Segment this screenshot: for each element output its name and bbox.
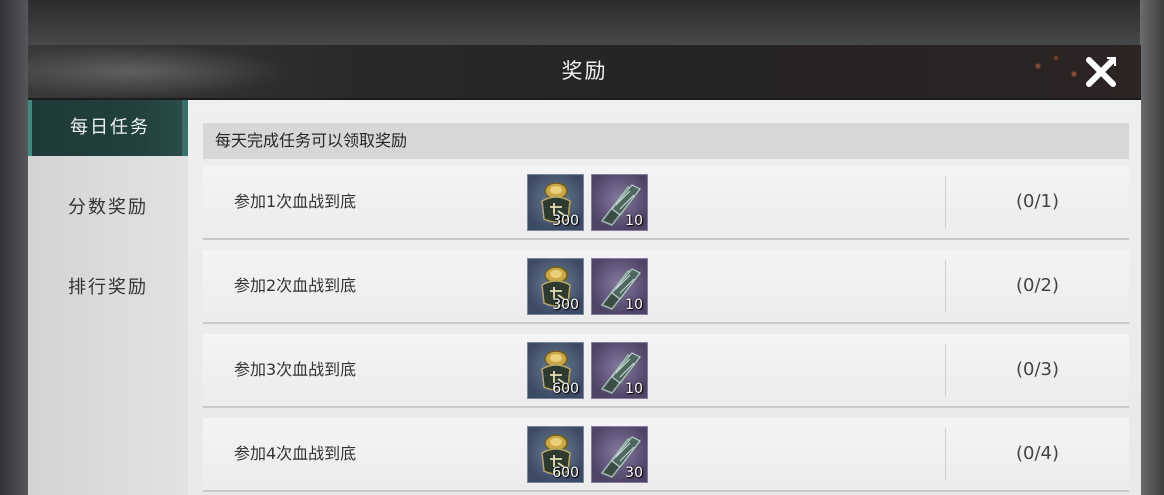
reward-quantity: 600 bbox=[552, 465, 579, 481]
dialog-header: 奖励 bbox=[28, 45, 1141, 100]
task-label: 参加4次血战到底 bbox=[234, 444, 357, 463]
reward-quantity: 600 bbox=[552, 381, 579, 397]
reward-item-scroll[interactable]: 10 bbox=[591, 174, 648, 231]
tab-daily-tasks[interactable]: 每日任务 bbox=[28, 100, 188, 156]
reward-quantity: 300 bbox=[552, 297, 579, 313]
tab-label: 排行奖励 bbox=[68, 277, 148, 298]
task-row: 参加1次血战到底 300 10 (0/1) bbox=[203, 166, 1129, 240]
task-row: 参加2次血战到底 300 10 (0/2) bbox=[203, 250, 1129, 324]
close-button[interactable] bbox=[1081, 52, 1121, 92]
reward-quantity: 30 bbox=[625, 465, 643, 481]
reward-item-scroll[interactable]: 10 bbox=[591, 258, 648, 315]
tab-label: 每日任务 bbox=[70, 117, 150, 138]
sidebar: 每日任务 分数奖励 排行奖励 bbox=[28, 100, 188, 495]
task-progress: (0/3) bbox=[1015, 359, 1059, 380]
reward-item-coin-pouch[interactable]: 600 bbox=[527, 426, 584, 483]
close-icon bbox=[1086, 57, 1116, 87]
task-label: 参加3次血战到底 bbox=[234, 360, 357, 379]
task-row: 参加3次血战到底 600 10 (0/3) bbox=[203, 334, 1129, 408]
background-left bbox=[0, 0, 28, 495]
task-label: 参加1次血战到底 bbox=[234, 192, 357, 211]
task-label: 参加2次血战到底 bbox=[234, 276, 357, 295]
rewards-dialog: 奖励 每日任务 分数奖励 排行奖励 每天完成任务可以领取奖励 参加1次血战到底 bbox=[28, 45, 1141, 495]
task-list-panel: 每天完成任务可以领取奖励 参加1次血战到底 300 10 (0/1) 参加2次血… bbox=[188, 100, 1141, 495]
task-progress: (0/1) bbox=[1015, 191, 1059, 212]
reward-quantity: 10 bbox=[625, 297, 643, 313]
notice-banner: 每天完成任务可以领取奖励 bbox=[203, 123, 1129, 159]
reward-quantity: 300 bbox=[552, 213, 579, 229]
task-progress: (0/4) bbox=[1015, 443, 1059, 464]
dialog-title: 奖励 bbox=[561, 59, 608, 83]
tab-label: 分数奖励 bbox=[68, 197, 148, 218]
tab-ranking-rewards[interactable]: 排行奖励 bbox=[28, 260, 188, 316]
reward-quantity: 10 bbox=[625, 213, 643, 229]
reward-item-coin-pouch[interactable]: 300 bbox=[527, 174, 584, 231]
background-top bbox=[0, 0, 1164, 45]
reward-quantity: 10 bbox=[625, 381, 643, 397]
reward-item-coin-pouch[interactable]: 600 bbox=[527, 342, 584, 399]
task-row: 参加4次血战到底 600 30 (0/4) bbox=[203, 418, 1129, 492]
reward-item-coin-pouch[interactable]: 300 bbox=[527, 258, 584, 315]
tab-score-rewards[interactable]: 分数奖励 bbox=[28, 180, 188, 236]
task-progress: (0/2) bbox=[1015, 275, 1059, 296]
background-right bbox=[1140, 0, 1164, 495]
reward-item-scroll[interactable]: 30 bbox=[591, 426, 648, 483]
reward-item-scroll[interactable]: 10 bbox=[591, 342, 648, 399]
